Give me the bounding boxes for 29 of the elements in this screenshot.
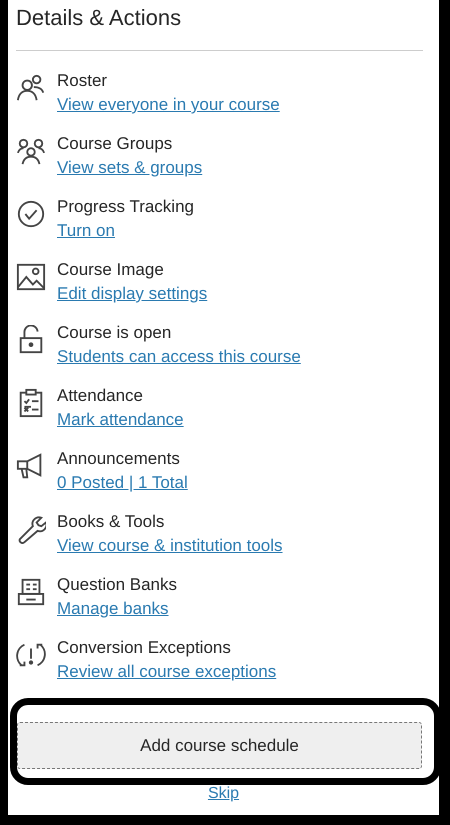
item-link[interactable]: Review all course exceptions (57, 660, 276, 684)
people-icon (16, 73, 46, 103)
item-link[interactable]: Students can access this course (57, 345, 301, 369)
item-link[interactable]: View sets & groups (57, 156, 202, 180)
check-circle-icon (16, 199, 46, 229)
group-icon (16, 136, 46, 166)
item-link[interactable]: View course & institution tools (57, 534, 283, 558)
item-link[interactable]: Edit display settings (57, 282, 208, 306)
item-link[interactable]: Turn on (57, 219, 115, 243)
item-title: Announcements (57, 448, 181, 470)
item-link[interactable]: View everyone in your course (57, 93, 280, 117)
panel-title: Details & Actions (16, 4, 182, 32)
drawer-icon (16, 577, 46, 607)
item-title: Course Image (57, 259, 165, 281)
item-title: Conversion Exceptions (57, 637, 232, 659)
skip-link[interactable]: Skip (208, 785, 240, 803)
image-icon (16, 262, 46, 292)
item-title: Books & Tools (57, 511, 166, 533)
add-schedule-button[interactable]: Add course schedule (17, 722, 422, 769)
item-title: Course is open (57, 322, 172, 344)
item-link[interactable]: Manage banks (57, 597, 169, 621)
item-title: Roster (57, 70, 108, 92)
wrench-icon (16, 514, 46, 544)
item-title: Progress Tracking (57, 196, 194, 218)
item-link[interactable]: Mark attendance (57, 408, 184, 432)
item-title: Question Banks (57, 574, 178, 596)
item-title: Course Groups (57, 133, 174, 155)
item-link[interactable]: 0 Posted | 1 Total (57, 471, 188, 495)
item-title: Attendance (57, 385, 144, 407)
